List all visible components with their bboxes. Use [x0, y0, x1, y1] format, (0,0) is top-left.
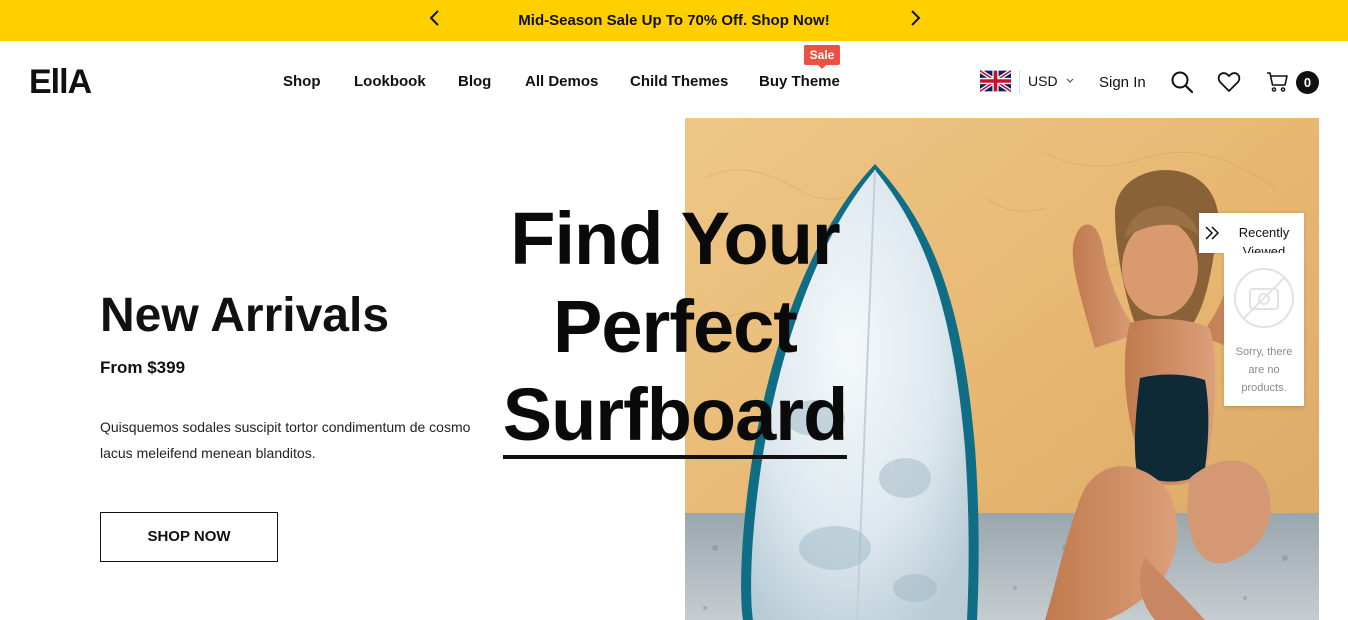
search-icon[interactable]	[1170, 70, 1194, 94]
sign-in-link[interactable]: Sign In	[1099, 74, 1146, 91]
site-logo[interactable]: EllA	[29, 65, 92, 99]
announcement-next-button[interactable]	[903, 6, 927, 30]
chevron-right-icon	[911, 10, 921, 26]
headline-line-2: Perfect	[553, 285, 798, 368]
double-chevron-right-icon[interactable]	[1203, 223, 1223, 243]
hero-headline: Find Your Perfect Surfboard	[500, 195, 850, 459]
announcement-message[interactable]: Mid-Season Sale Up To 70% Off. Shop Now!	[0, 12, 1348, 29]
nav-item-lookbook[interactable]: Lookbook	[354, 73, 426, 90]
cart-count-badge[interactable]: 0	[1296, 71, 1319, 94]
no-image-icon	[1234, 268, 1294, 328]
recently-viewed-panel: Sorry, there are no products.	[1224, 253, 1304, 406]
headline-line-1: Find Your	[510, 197, 840, 280]
chevron-down-icon[interactable]	[1065, 76, 1075, 86]
headline-line-3[interactable]: Surfboard	[502, 375, 848, 459]
sale-badge: Sale	[804, 45, 840, 69]
recently-viewed-tab[interactable]: Recently Viewed	[1199, 213, 1304, 259]
announcement-bar: Mid-Season Sale Up To 70% Off. Shop Now!	[0, 0, 1348, 41]
nav-item-all-demos[interactable]: All Demos	[525, 73, 598, 90]
recently-viewed-widget: Recently Viewed Sorry, there are no prod…	[1199, 213, 1304, 406]
shop-now-button[interactable]: SHOP NOW	[100, 512, 278, 562]
cart-icon[interactable]	[1266, 70, 1290, 94]
hero-description: Quisquemos sodales suscipit tortor condi…	[100, 419, 471, 461]
nav-item-child-themes[interactable]: Child Themes	[630, 73, 728, 90]
currency-selector[interactable]: USD	[1028, 73, 1058, 89]
hero-left-title: New Arrivals	[100, 289, 390, 342]
divider	[1019, 70, 1020, 94]
nav-item-blog[interactable]: Blog	[458, 73, 491, 90]
nav-item-shop[interactable]: Shop	[283, 73, 321, 90]
heart-icon[interactable]	[1217, 70, 1241, 94]
nav-item-buy-theme[interactable]: Buy Theme	[759, 73, 840, 90]
site-header: EllA Shop Lookbook Blog All Demos Child …	[0, 41, 1348, 118]
hero-price: From $399	[100, 358, 186, 377]
recently-viewed-empty-text: Sorry, there are no products.	[1235, 346, 1293, 394]
uk-flag-icon[interactable]	[980, 70, 1011, 92]
